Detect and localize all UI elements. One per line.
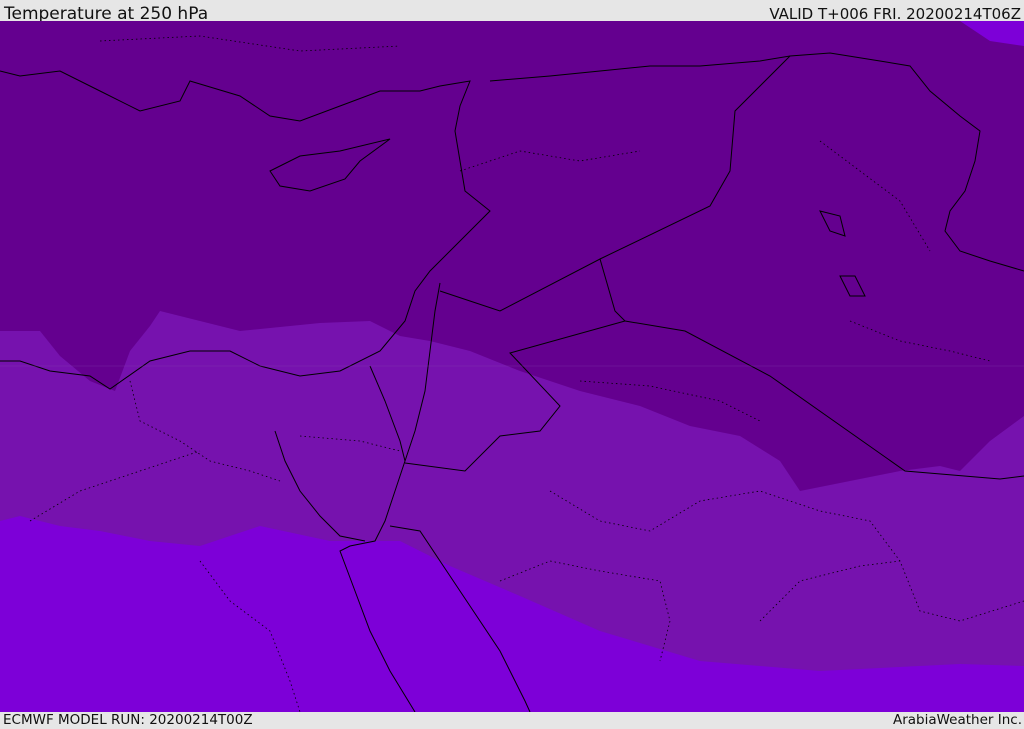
- credit: ArabiaWeather Inc.: [892, 712, 1022, 728]
- temperature-map[interactable]: [0, 21, 1024, 712]
- header-bar: Temperature at 250 hPa VALID T+006 FRI. …: [0, 0, 1024, 24]
- footer-bar: ECMWF MODEL RUN: 20200214T00Z ArabiaWeat…: [0, 712, 1024, 729]
- model-run: ECMWF MODEL RUN: 20200214T00Z: [3, 712, 253, 728]
